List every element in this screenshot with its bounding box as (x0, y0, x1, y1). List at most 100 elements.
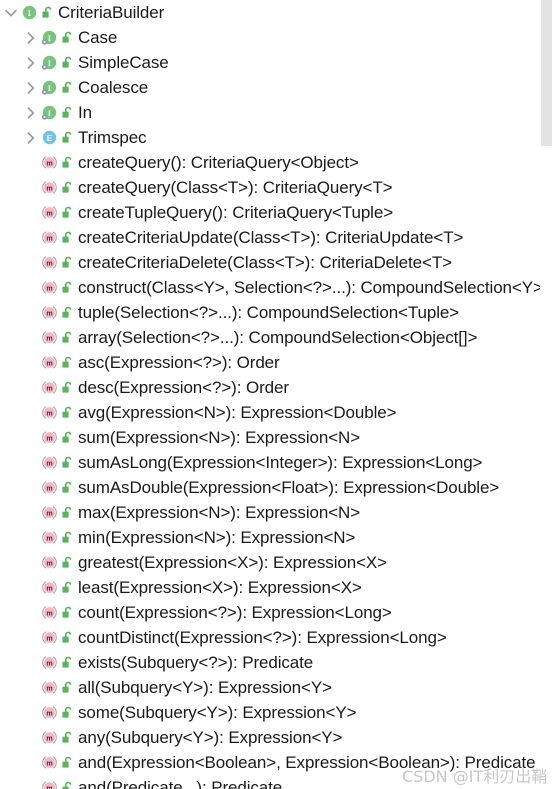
tree-row-label: Case (78, 28, 118, 47)
method-icon: m (40, 754, 58, 772)
chevron-right-icon[interactable] (22, 25, 40, 50)
tree-row[interactable]: m sumAsLong(Expression<Integer>): Express… (0, 450, 554, 475)
tree-row[interactable]: I In (0, 100, 554, 125)
chevron-down-icon[interactable] (2, 0, 20, 25)
tree-row[interactable]: m sum(Expression<N>): Expression<N> (0, 425, 554, 450)
unlocked-lock-icon (59, 329, 75, 347)
svg-text:m: m (46, 635, 52, 642)
interface-static-icon: I (40, 29, 58, 47)
tree-row[interactable]: I CriteriaBuilder (0, 0, 554, 25)
unlocked-lock-icon (59, 379, 75, 397)
unlocked-lock-icon (59, 304, 75, 322)
method-icon: m (40, 604, 58, 622)
tree-row[interactable]: m exists(Subquery<?>): Predicate (0, 650, 554, 675)
interface-static-icon: I (40, 104, 58, 122)
unlocked-lock-icon (59, 754, 75, 772)
tree-row[interactable]: m desc(Expression<?>): Order (0, 375, 554, 400)
tree-row-label: sumAsLong(Expression<Integer>): Expressi… (78, 453, 483, 472)
chevron-right-icon[interactable] (22, 125, 40, 150)
svg-text:m: m (46, 210, 52, 217)
method-icon: m (40, 179, 58, 197)
tree-row[interactable]: m asc(Expression<?>): Order (0, 350, 554, 375)
tree-row-label: avg(Expression<N>): Expression<Double> (78, 403, 397, 422)
tree-row[interactable]: I Coalesce (0, 75, 554, 100)
tree-row[interactable]: m greatest(Expression<X>): Expression<X> (0, 550, 554, 575)
tree-row-label: sum(Expression<N>): Expression<N> (78, 428, 361, 447)
tree-row-label: greatest(Expression<X>): Expression<X> (78, 553, 387, 572)
tree-row[interactable]: m some(Subquery<Y>): Expression<Y> (0, 700, 554, 725)
unlocked-lock-icon (59, 504, 75, 522)
method-icon: m (40, 529, 58, 547)
chevron-right-icon[interactable] (22, 75, 40, 100)
tree-row[interactable]: m and(Expression<Boolean>, Expression<Boo… (0, 750, 554, 775)
tree-row[interactable]: m least(Expression<X>): Expression<X> (0, 575, 554, 600)
tree-row[interactable]: m and(Predicate...): Predicate (0, 775, 554, 789)
tree-row[interactable]: m createQuery(): CriteriaQuery<Object> (0, 150, 554, 175)
tree-row[interactable]: I SimpleCase (0, 50, 554, 75)
unlocked-lock-icon (59, 104, 75, 122)
tree-row[interactable]: m sumAsDouble(Expression<Float>): Express… (0, 475, 554, 500)
tree-row[interactable]: m createQuery(Class<T>): CriteriaQuery<T> (0, 175, 554, 200)
chevron-right-icon[interactable] (22, 50, 40, 75)
method-icon: m (40, 454, 58, 472)
tree-row[interactable]: m array(Selection<?>...): CompoundSelecti… (0, 325, 554, 350)
method-icon: m (40, 354, 58, 372)
method-icon: m (40, 304, 58, 322)
tree-row-label: Coalesce (78, 78, 149, 97)
tree-row[interactable]: m min(Expression<N>): Expression<N> (0, 525, 554, 550)
unlocked-lock-icon (59, 29, 75, 47)
method-icon: m (40, 479, 58, 497)
tree-row[interactable]: m countDistinct(Expression<?>): Expressio… (0, 625, 554, 650)
tree-row-label: asc(Expression<?>): Order (78, 353, 280, 372)
tree-row-label: any(Subquery<Y>): Expression<Y> (78, 728, 343, 747)
tree-row[interactable]: E Trimspec (0, 125, 554, 150)
tree-row[interactable]: m avg(Expression<N>): Expression<Double> (0, 400, 554, 425)
tree-row-label: Trimspec (78, 128, 147, 147)
tree-row-label: createQuery(): CriteriaQuery<Object> (78, 153, 359, 172)
unlocked-lock-icon (59, 279, 75, 297)
method-icon: m (40, 429, 58, 447)
tree-row-label: sumAsDouble(Expression<Float>): Expressi… (78, 478, 500, 497)
unlocked-lock-icon (59, 529, 75, 547)
method-icon: m (40, 654, 58, 672)
svg-text:m: m (46, 460, 52, 467)
tree-row[interactable]: m construct(Class<Y>, Selection<?>...): C… (0, 275, 554, 300)
tree-row[interactable]: m createCriteriaUpdate(Class<T>): Criteri… (0, 225, 554, 250)
unlocked-lock-icon (39, 4, 55, 22)
scrollbar-thumb[interactable] (541, 0, 552, 146)
tree-row[interactable]: m createTupleQuery(): CriteriaQuery<Tuple… (0, 200, 554, 225)
svg-text:m: m (46, 285, 52, 292)
tree-row-label: array(Selection<?>...): CompoundSelectio… (78, 328, 478, 347)
interface-icon: I (20, 4, 38, 22)
method-icon: m (40, 704, 58, 722)
enum-icon: E (40, 129, 58, 147)
vertical-scrollbar[interactable] (540, 0, 554, 789)
method-icon: m (40, 554, 58, 572)
tree-row[interactable]: m createCriteriaDelete(Class<T>): Criteri… (0, 250, 554, 275)
method-icon: m (40, 679, 58, 697)
tree-row[interactable]: m tuple(Selection<?>...): CompoundSelecti… (0, 300, 554, 325)
method-icon: m (40, 629, 58, 647)
tree-row-label: and(Predicate...): Predicate (78, 778, 283, 789)
svg-text:I: I (47, 33, 51, 43)
tree-row-label: and(Expression<Boolean>, Expression<Bool… (78, 753, 536, 772)
structure-tree[interactable]: I CriteriaBuilder I Case I SimpleCase I Coalesc… (0, 0, 554, 789)
tree-row[interactable]: m all(Subquery<Y>): Expression<Y> (0, 675, 554, 700)
svg-text:m: m (46, 485, 52, 492)
svg-text:m: m (46, 260, 52, 267)
chevron-right-icon[interactable] (22, 100, 40, 125)
tree-row[interactable]: m count(Expression<?>): Expression<Long> (0, 600, 554, 625)
tree-row[interactable]: m any(Subquery<Y>): Expression<Y> (0, 725, 554, 750)
method-icon: m (40, 729, 58, 747)
tree-row[interactable]: m max(Expression<N>): Expression<N> (0, 500, 554, 525)
tree-row[interactable]: I Case (0, 25, 554, 50)
